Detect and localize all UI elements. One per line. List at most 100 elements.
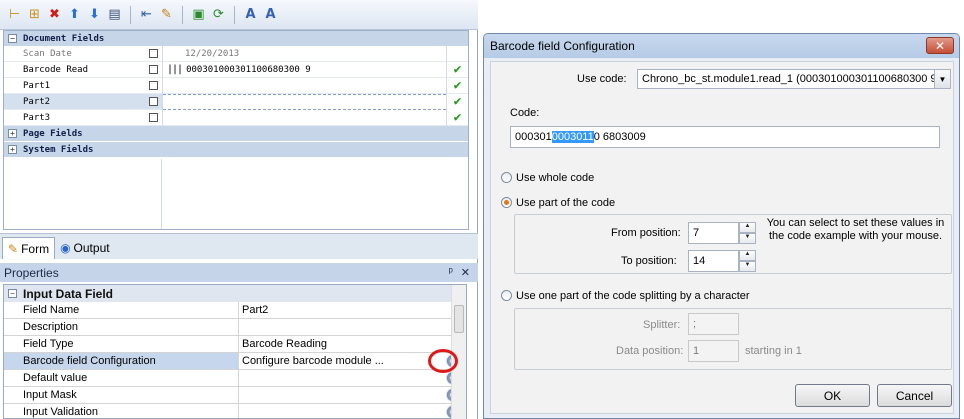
property-row-field-name[interactable]: Field Name Part2	[4, 302, 466, 319]
spin-up-icon[interactable]: ▲	[739, 250, 756, 261]
property-key: Input Mask	[4, 387, 239, 403]
scrollbar-thumb[interactable]	[454, 305, 464, 333]
spin-down-icon[interactable]: ▼	[739, 233, 756, 244]
property-value[interactable]	[239, 387, 466, 403]
toolbar: ⊢ ⊞ ✖ ⬆ ⬇ ▤ ⇤ ✎ ▣ ⟳ A A	[0, 0, 478, 30]
splitter-label: Splitter:	[643, 319, 681, 331]
tree-row-barcode-read[interactable]: Barcode Read ||| 000301000301100680300 9…	[4, 61, 468, 78]
property-row-barcode-config[interactable]: Barcode field Configuration Configure bar…	[4, 353, 466, 370]
spin-down-icon[interactable]: ▼	[739, 261, 756, 272]
radio-split-code-label[interactable]: Use one part of the code splitting by a …	[516, 290, 750, 302]
collapse-icon[interactable]: −	[8, 34, 17, 43]
property-value[interactable]: Barcode Reading	[239, 336, 466, 352]
barcode-config-dialog: Barcode field Configuration ✕ Use code: …	[483, 33, 960, 419]
group-label: Document Fields	[23, 33, 105, 44]
group-document-fields[interactable]: − Document Fields	[4, 31, 468, 46]
property-value[interactable]	[239, 404, 466, 418]
close-icon[interactable]: ✕	[461, 266, 470, 279]
property-row-description[interactable]: Description	[4, 319, 466, 336]
property-key: Barcode field Configuration	[4, 353, 239, 369]
use-code-select[interactable]: Chrono_bc_st.module1.read_1 (00030100030…	[637, 69, 935, 89]
tree-row-part2[interactable]: Part2 ✔	[4, 93, 468, 110]
field-value: ||| 000301000301100680300 9	[163, 62, 446, 78]
cancel-button[interactable]: Cancel	[877, 384, 952, 407]
tree-column-divider	[161, 159, 162, 229]
code-selection: 0003011	[551, 131, 594, 143]
property-row-input-validation[interactable]: Input Validation	[4, 404, 466, 418]
property-row-input-mask[interactable]: Input Mask	[4, 387, 466, 404]
toolbar-separator	[234, 5, 235, 24]
to-position-stepper[interactable]: ▲ ▼	[739, 250, 756, 272]
edit-icon[interactable]: ✎	[158, 6, 175, 23]
tree-row-scan-date[interactable]: Scan Date 12/20/2013	[4, 45, 468, 62]
field-type-icon	[129, 61, 163, 78]
expand-icon[interactable]: +	[8, 129, 17, 138]
list-icon[interactable]: ▤	[106, 6, 123, 23]
position-hint: You can select to set these values in th…	[766, 217, 945, 242]
toolbar-separator	[130, 5, 131, 24]
to-position-input[interactable]: 14	[688, 250, 739, 272]
starting-hint: starting in 1	[745, 345, 802, 357]
tab-output-label: Output	[73, 241, 110, 255]
import-icon[interactable]: ⇤	[138, 6, 155, 23]
check-icon: ✔	[446, 93, 468, 110]
add-field-icon[interactable]: ⊢	[6, 6, 23, 23]
tab-output[interactable]: ◉ Output	[55, 237, 115, 259]
use-code-label: Use code:	[577, 73, 627, 85]
field-name: Part3	[23, 112, 51, 123]
tab-strip: ✎ Form ◉ Output	[0, 233, 478, 259]
radio-whole-code[interactable]	[501, 172, 512, 183]
tab-form[interactable]: ✎ Form	[2, 237, 56, 259]
group-system-fields[interactable]: + System Fields	[4, 142, 468, 157]
property-value[interactable]	[239, 319, 466, 335]
property-key: Description	[4, 319, 239, 335]
expand-icon[interactable]: +	[8, 145, 17, 154]
field-value	[163, 93, 446, 110]
data-position-input[interactable]: 1	[688, 340, 739, 362]
close-button[interactable]: ✕	[926, 37, 954, 54]
spin-up-icon[interactable]: ▲	[739, 222, 756, 233]
radio-split-code[interactable]	[501, 290, 512, 301]
radio-whole-code-label[interactable]: Use whole code	[516, 172, 594, 184]
font-a-alt-icon[interactable]: A	[262, 6, 279, 23]
delete-icon[interactable]: ✖	[46, 6, 63, 23]
property-group[interactable]: − Input Data Field	[4, 285, 466, 302]
group-label: System Fields	[23, 144, 94, 155]
from-position-input[interactable]: 7	[688, 222, 739, 244]
refresh-icon[interactable]: ⟳	[210, 6, 227, 23]
property-key: Field Type	[4, 336, 239, 352]
move-up-icon[interactable]: ⬆	[66, 6, 83, 23]
field-type-icon	[129, 77, 163, 94]
move-down-icon[interactable]: ⬇	[86, 6, 103, 23]
chevron-down-icon[interactable]: ▼	[934, 69, 951, 89]
code-field[interactable]: 000301 0003011 0 6803009	[510, 126, 940, 148]
add-child-icon[interactable]: ⊞	[26, 6, 43, 23]
output-icon: ◉	[60, 241, 71, 255]
property-value[interactable]	[239, 370, 466, 386]
splitter-input[interactable]: ;	[688, 313, 739, 335]
ok-button[interactable]: OK	[795, 384, 870, 407]
group-page-fields[interactable]: + Page Fields	[4, 126, 468, 141]
properties-title: Properties	[4, 265, 59, 280]
barcode-icon: |||	[167, 63, 183, 75]
pin-icon[interactable]: ᵖ	[449, 266, 453, 279]
property-row-default-value[interactable]: Default value	[4, 370, 466, 387]
property-row-field-type[interactable]: Field Type Barcode Reading	[4, 336, 466, 353]
tree-row-part3[interactable]: Part3 ✔	[4, 109, 468, 126]
dialog-body: Use code: Chrono_bc_st.module1.read_1 (0…	[490, 61, 954, 414]
field-value: 12/20/2013	[185, 48, 240, 59]
property-value[interactable]: Part2	[239, 302, 466, 318]
property-key: Field Name	[4, 302, 239, 318]
from-position-stepper[interactable]: ▲ ▼	[739, 222, 756, 244]
radio-part-code-label[interactable]: Use part of the code	[516, 197, 615, 209]
empty-check	[446, 45, 468, 62]
select-all-icon[interactable]: ▣	[190, 6, 207, 23]
tree-row-part1[interactable]: Part1 ✔	[4, 77, 468, 94]
font-a-icon[interactable]: A	[242, 6, 259, 23]
collapse-icon[interactable]: −	[8, 289, 17, 298]
form-icon: ✎	[8, 241, 19, 256]
field-value	[163, 110, 446, 126]
check-icon: ✔	[446, 61, 468, 78]
field-name: Scan Date	[23, 48, 72, 59]
radio-part-code[interactable]	[501, 197, 512, 208]
